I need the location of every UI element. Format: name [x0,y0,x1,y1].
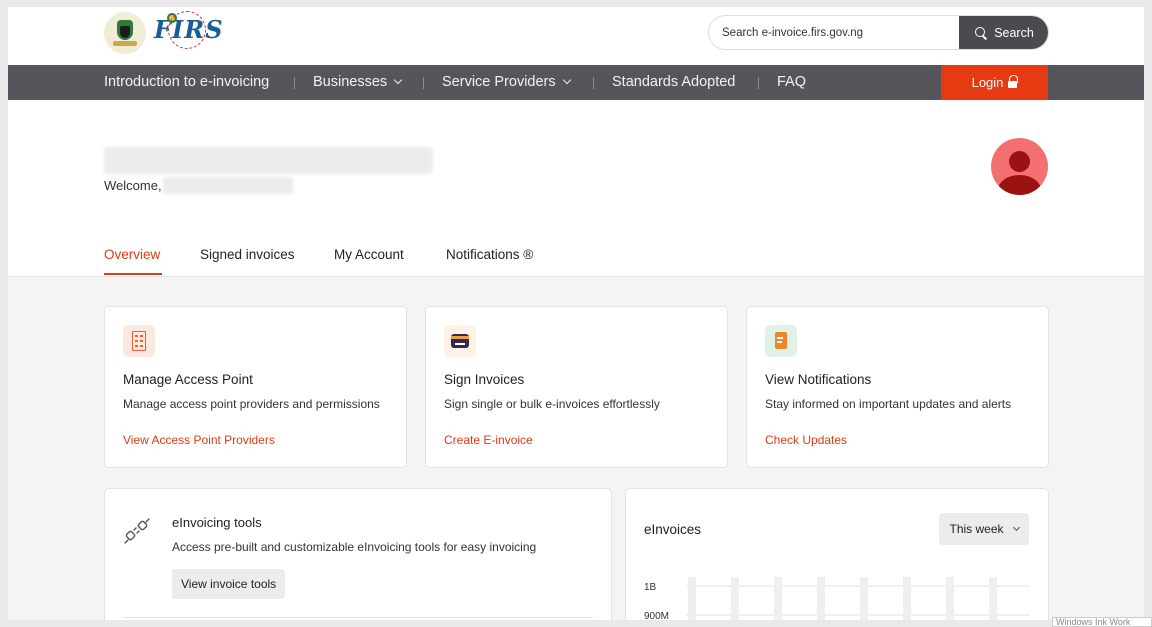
profile-section: Welcome, Overview Signed invoices My Acc… [8,100,1144,277]
chevron-down-icon [562,75,571,85]
nav-item-label: Service Providers [442,74,556,90]
einvoices-chart: 1B 900M [644,577,1030,620]
user-icon [1009,151,1030,172]
chart-bar[interactable] [860,577,868,620]
chart-bar[interactable] [688,577,696,620]
avatar[interactable] [991,138,1048,195]
nav-item-businesses[interactable]: Businesses [313,65,403,100]
view-invoice-tools-button[interactable]: View invoice tools [172,569,286,599]
windows-ink-watermark: Windows Ink Work [1052,617,1152,627]
tab-notifications[interactable]: Notifications ® [446,247,533,262]
check-updates-link[interactable]: Check Updates [765,433,847,447]
nav-item-introduction[interactable]: Introduction to e-invoicing [104,65,269,100]
building-icon [123,325,155,357]
period-select[interactable]: This week [939,513,1029,545]
search-icon [975,26,987,39]
search-button[interactable]: Search [959,16,1048,49]
nav-item-label: FAQ [777,74,807,90]
chevron-down-icon [1012,523,1020,531]
plug-icon [124,518,150,544]
lock-icon [1008,74,1019,89]
coat-of-arms-logo[interactable] [104,12,146,54]
nav-item-label: Introduction to e-invoicing [104,74,270,90]
tools-title: eInvoicing tools [172,515,262,530]
y-tick-label: 1B [644,582,657,593]
notification-icon [765,325,797,357]
search-button-label: Search [994,25,1034,40]
card-title: Sign Invoices [444,372,525,387]
chart-bar[interactable] [903,577,911,620]
chart-bar[interactable] [817,577,825,620]
divider [123,617,593,618]
search-bar: Search [708,15,1049,50]
nav-item-standards[interactable]: Standards Adopted [612,65,735,100]
login-button-label: Login [971,75,1004,90]
card-description: Stay informed on important updates and a… [765,397,1012,411]
redacted-user-name [104,147,433,174]
card-einvoicing-tools: eInvoicing tools Access pre-built and cu… [104,488,612,620]
card-title: Manage Access Point [123,372,253,387]
login-button[interactable]: Login [941,65,1048,100]
chart-bar[interactable] [946,577,954,620]
nav-item-service-providers[interactable]: Service Providers [442,65,571,100]
card-einvoices-chart: eInvoices This week 1B 900M [625,488,1049,620]
tools-description: Access pre-built and customizable eInvoi… [172,540,537,554]
card-manage-access-point: Manage Access Point Manage access point … [104,306,407,468]
y-tick-label: 900M [644,611,669,620]
period-select-label: This week [949,522,1004,536]
search-input[interactable] [709,16,959,49]
tab-signed-invoices[interactable]: Signed invoices [200,247,295,262]
tab-overview[interactable]: Overview [104,247,160,262]
card-description: Sign single or bulk e-invoices effortles… [444,397,660,411]
active-tab-indicator [104,273,162,275]
chart-bar[interactable] [989,577,997,620]
tab-my-account[interactable]: My Account [334,247,404,262]
firs-logo[interactable]: FIRS [154,11,224,49]
main-nav: Introduction to e-invoicing Businesses S… [8,65,1144,100]
chart-title: eInvoices [644,522,702,537]
redacted-welcome-name [163,177,293,194]
nav-item-label: Businesses [313,74,388,90]
nav-item-label: Standards Adopted [612,74,736,90]
card-description: Manage access point providers and permis… [123,397,380,411]
card-view-notifications: View Notifications Stay informed on impo… [746,306,1049,468]
chevron-down-icon [393,75,403,85]
card-title: View Notifications [765,372,872,387]
create-e-invoice-link[interactable]: Create E-invoice [444,433,533,447]
card-icon [444,325,476,357]
view-access-point-providers-link[interactable]: View Access Point Providers [123,433,275,447]
welcome-text: Welcome, [104,178,162,193]
chart-bar[interactable] [731,577,739,620]
nav-item-faq[interactable]: FAQ [777,65,806,100]
chart-bar[interactable] [774,577,782,620]
browser-frame: FIRS Search Introduction to e-invoicing … [8,7,1144,620]
site-header: FIRS Search [8,7,1144,65]
card-sign-invoices: Sign Invoices Sign single or bulk e-invo… [425,306,728,468]
